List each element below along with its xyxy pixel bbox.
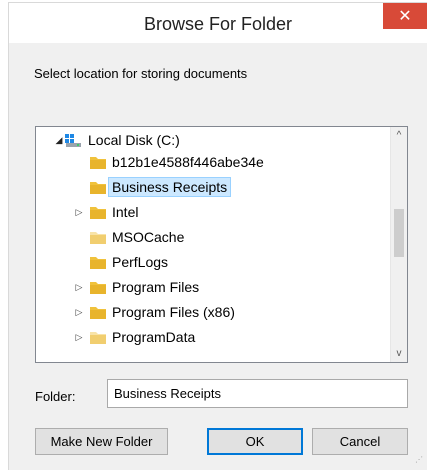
ok-button[interactable]: OK [207,428,303,455]
tree-root-label: Local Disk (C:) [88,132,180,148]
collapse-arrow-icon[interactable]: ◢ [54,135,64,146]
folder-icon [90,330,106,344]
expand-arrow-icon[interactable]: ▷ [74,282,84,293]
folder-input[interactable] [107,379,408,408]
folder-icon [90,230,106,244]
close-button[interactable]: ✕ [383,3,427,29]
expand-arrow-icon[interactable]: ▷ [74,207,84,218]
window-title: Browse For Folder [143,14,293,34]
tree-item-label: PerfLogs [112,254,169,270]
folder-icon [90,255,106,269]
tree-item-label: ProgramData [112,329,196,345]
vertical-scrollbar[interactable]: ^ v [390,127,407,362]
tree-item-label: Intel [112,204,139,220]
tree-item[interactable]: b12b1e4588f446abe34e [74,151,264,173]
tree-item-label: MSOCache [112,229,185,245]
folder-icon [90,305,106,319]
folder-icon [90,280,106,294]
tree-item-label: b12b1e4588f446abe34e [112,154,264,170]
resize-grip-icon[interactable]: ⋰ [415,456,425,468]
folder-icon [90,180,106,194]
tree-item-label: Business Receipts [107,177,232,197]
folder-tree[interactable]: ◢ Local Disk (C:) b12b1e4588f446abe34e Bu… [35,126,408,363]
folder-icon [90,155,106,169]
tree-item-label: Program Files [112,279,200,295]
tree-item[interactable]: ▷ ProgramData [74,326,196,348]
browse-for-folder-dialog: Browse For Folder ✕ Select location for … [8,2,427,470]
tree-item-label: Program Files (x86) [112,304,235,320]
folder-label: Folder: [35,389,76,404]
folder-icon [90,205,106,219]
tree-item[interactable]: Business Receipts [74,176,232,198]
scroll-down-icon[interactable]: v [391,345,407,362]
expand-arrow-icon[interactable]: ▷ [74,307,84,318]
expand-arrow-icon[interactable]: ▷ [74,332,84,343]
title-bar[interactable]: Browse For Folder ✕ [9,3,427,43]
scroll-up-icon[interactable]: ^ [391,127,407,144]
scroll-thumb[interactable] [394,209,404,257]
tree-root[interactable]: ◢ Local Disk (C:) [54,129,180,151]
tree-item[interactable]: ▷ Program Files [74,276,200,298]
make-new-folder-button[interactable]: Make New Folder [35,428,168,455]
prompt-text: Select location for storing documents [34,66,248,81]
tree-item[interactable]: PerfLogs [74,251,168,273]
tree-item[interactable]: ▷ Intel [74,201,139,223]
cancel-button[interactable]: Cancel [312,428,408,455]
drive-icon [64,132,82,148]
tree-item[interactable]: ▷ Program Files (x86) [74,301,235,323]
close-icon: ✕ [398,8,412,25]
tree-item[interactable]: MSOCache [74,226,184,248]
